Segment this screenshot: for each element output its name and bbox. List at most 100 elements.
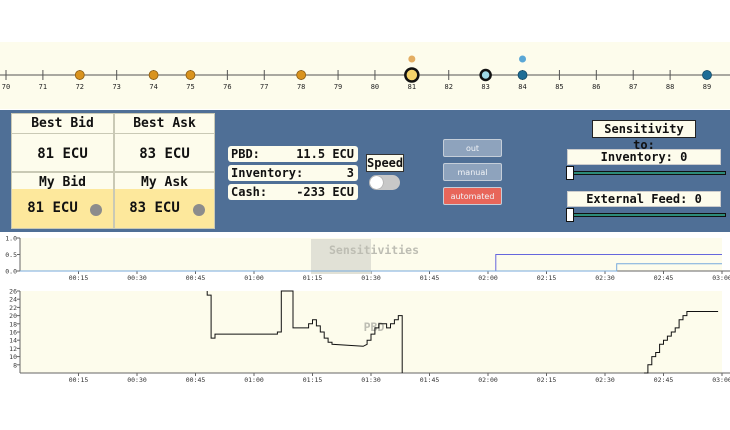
cash-value: -233 ECU	[296, 185, 354, 199]
external-feed-sensitivity-label: External Feed: 0	[567, 191, 721, 207]
axis-tick-label: 88	[666, 83, 674, 91]
axis-tick-label: 72	[76, 83, 84, 91]
y-tick-label: 26	[9, 288, 17, 296]
axis-tick-label: 70	[2, 83, 10, 91]
ask-order-dot[interactable]	[517, 70, 528, 80]
axis-tick-label: 86	[592, 83, 600, 91]
bid-feed-dot	[408, 55, 416, 63]
cash-row: Cash: -233 ECU	[228, 184, 358, 200]
my-bid-box: My Bid 81 ECU	[11, 172, 114, 229]
ask-feed-dot	[519, 55, 527, 63]
bid-order-dot[interactable]	[74, 70, 85, 80]
x-tick-label: 00:45	[186, 274, 206, 282]
bid-order-dot[interactable]	[296, 70, 307, 80]
my-ask-cancel-icon[interactable]	[193, 204, 205, 216]
pbd-label: PBD:	[231, 147, 260, 161]
automated-button[interactable]: automated	[443, 187, 502, 205]
y-tick-label: 20	[9, 312, 17, 320]
best-ask-box: Best Ask 83 ECU	[114, 113, 215, 172]
ask-order-dot[interactable]	[702, 70, 712, 80]
external-feed-sensitivity-slider[interactable]	[567, 213, 726, 217]
speed-label: Speed	[366, 154, 404, 172]
external-feed-slider-handle[interactable]	[566, 208, 574, 222]
pbd-row: PBD: 11.5 ECU	[228, 146, 358, 162]
y-tick-label: 0.0	[5, 268, 17, 276]
my-bid-entry[interactable]: 81 ECU	[12, 189, 113, 228]
sensitivities-title: Sensitivities	[329, 243, 419, 257]
x-tick-label: 00:30	[127, 274, 147, 282]
x-tick-label: 03:00	[712, 274, 730, 282]
axis-tick-label: 71	[39, 83, 47, 91]
my-bid-label: My Bid	[39, 175, 86, 190]
price-ladder[interactable]: 70 71 72 73 74 75 76 77 78 79 80 81 82 83 84 85 86 87 88 89	[0, 42, 730, 109]
axis-tick-label: 83	[481, 83, 489, 91]
pbd-chart: 2624222018161412108 00:15 00:30 00:45 01:00 0…	[9, 288, 730, 384]
bid-order-dot[interactable]	[148, 70, 159, 80]
inventory-slider-handle[interactable]	[566, 166, 574, 180]
inventory-row: Inventory: 3	[228, 165, 358, 181]
pbd-value: 11.5 ECU	[296, 147, 354, 161]
x-tick-label: 01:15	[303, 274, 323, 282]
price-axis: 70 71 72 73 74 75 76 77 78 79 80 81 82 83 84 85 86 87 88 89	[0, 55, 730, 91]
axis-tick-label: 80	[371, 83, 379, 91]
x-tick-label: 00:30	[127, 376, 147, 384]
inventory-sensitivity-label: Inventory: 0	[567, 149, 721, 165]
x-tick-label: 02:00	[478, 376, 498, 384]
x-tick-label: 01:00	[244, 274, 264, 282]
axis-tick-label: 78	[297, 83, 305, 91]
my-bid-cancel-icon[interactable]	[90, 204, 102, 216]
my-ask-box: My Ask 83 ECU	[114, 172, 215, 229]
manual-button[interactable]: manual	[443, 163, 502, 181]
axis-tick-label: 85	[555, 83, 563, 91]
cash-label: Cash:	[231, 185, 268, 199]
x-tick-label: 01:45	[420, 376, 440, 384]
x-tick-label: 02:15	[537, 274, 557, 282]
x-tick-label: 00:15	[69, 376, 89, 384]
axis-tick-label: 74	[149, 83, 157, 91]
inventory-value: 3	[346, 166, 354, 180]
axis-tick-label: 87	[629, 83, 637, 91]
axis-tick-label: 89	[703, 83, 711, 91]
inventory-sensitivity-slider[interactable]	[567, 171, 726, 175]
best-bid-box: Best Bid 81 ECU	[11, 113, 114, 172]
x-tick-label: 02:30	[595, 274, 615, 282]
best-ask-label: Best Ask	[133, 116, 196, 131]
y-tick-label: 22	[9, 304, 17, 312]
y-tick-label: 14	[9, 337, 17, 345]
axis-tick-label: 84	[518, 83, 526, 91]
y-tick-label: 10	[9, 353, 17, 361]
axis-tick-label: 82	[445, 83, 453, 91]
axis-tick-label: 73	[112, 83, 120, 91]
x-tick-label: 01:30	[361, 274, 381, 282]
y-tick-label: 0.5	[5, 251, 17, 259]
axis-tick-label: 81	[408, 83, 416, 91]
y-tick-label: 18	[9, 320, 17, 328]
best-bid-value: 81 ECU	[37, 146, 88, 162]
x-tick-label: 01:15	[303, 376, 323, 384]
my-ask-value: 83 ECU	[129, 200, 180, 216]
x-tick-label: 02:15	[537, 376, 557, 384]
speed-toggle[interactable]	[369, 175, 400, 190]
out-button[interactable]: out	[443, 139, 502, 157]
sensitivities-chart: 1.0 0.5 0.0 00:15 00:30 00:45 01:00 01:15 01:30 0…	[5, 235, 730, 282]
inventory-label: Inventory:	[231, 166, 304, 180]
best-ask-value: 83 ECU	[139, 146, 190, 162]
my-bid-value: 81 ECU	[27, 200, 78, 216]
x-tick-label: 00:15	[69, 274, 89, 282]
x-tick-label: 02:45	[654, 274, 674, 282]
x-tick-label: 01:00	[244, 376, 264, 384]
my-ask-marker	[479, 68, 492, 82]
y-tick-label: 16	[9, 329, 17, 337]
x-tick-label: 02:00	[478, 274, 498, 282]
axis-tick-label: 79	[334, 83, 342, 91]
y-tick-label: 12	[9, 345, 17, 353]
pbd-title: PBD	[364, 320, 385, 334]
y-tick-label: 24	[9, 296, 17, 304]
my-ask-entry[interactable]: 83 ECU	[115, 189, 214, 228]
bid-order-dot[interactable]	[185, 70, 196, 80]
x-tick-label: 02:45	[654, 376, 674, 384]
control-panel: Best Bid 81 ECU Best Ask 83 ECU My Bid 8…	[0, 110, 730, 232]
y-tick-label: 8	[13, 361, 17, 369]
y-tick-label: 1.0	[5, 235, 17, 243]
x-tick-label: 03:00	[712, 376, 730, 384]
